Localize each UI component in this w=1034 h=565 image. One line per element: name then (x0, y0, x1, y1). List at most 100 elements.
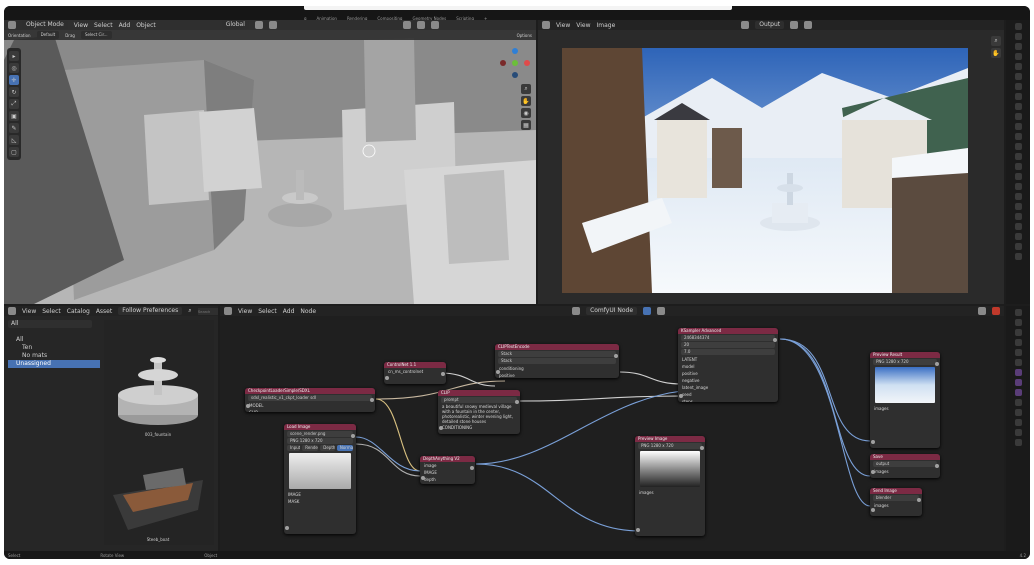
node-title[interactable]: Preview Image (635, 436, 705, 442)
node-input-socket[interactable] (421, 476, 425, 480)
shading-material-icon[interactable] (430, 21, 439, 29)
sidebar-icon[interactable] (1014, 173, 1022, 180)
gizmo-neg-z-icon[interactable] (512, 72, 518, 78)
pin-icon[interactable] (804, 21, 813, 29)
sidebar-icon[interactable] (1014, 203, 1022, 210)
camera-icon[interactable]: ◉ (521, 108, 531, 118)
asset-menu-asset[interactable]: Asset (96, 308, 112, 315)
pan-hand-icon[interactable]: ✋ (521, 96, 531, 106)
asset-menu-view[interactable]: View (22, 308, 36, 315)
sidebar-icon[interactable] (1014, 53, 1022, 60)
sidebar-icon[interactable] (1014, 243, 1022, 250)
image-menu-view[interactable]: View (556, 22, 570, 29)
node-output-socket[interactable] (614, 354, 618, 358)
sidebar-icon[interactable] (1014, 73, 1022, 80)
image-browse-icon[interactable] (741, 21, 750, 29)
image-close-icon[interactable] (790, 21, 799, 29)
image-name-field[interactable]: Output (755, 21, 785, 29)
node-field-field[interactable]: prompt (441, 397, 517, 403)
node-input-socket[interactable] (871, 440, 875, 444)
viewport-menu-view[interactable]: View (74, 22, 88, 29)
sidebar-property-icon[interactable] (1014, 429, 1022, 436)
sidebar-property-icon[interactable] (1014, 409, 1022, 416)
node-field-file[interactable]: scene_render.png (287, 431, 353, 437)
measure-tool-icon[interactable]: ◺ (9, 135, 19, 145)
sidebar-icon[interactable] (1014, 143, 1022, 150)
cursor-tool-icon[interactable]: ◎ (9, 63, 19, 73)
catalog-item-ten[interactable]: Ten (8, 344, 100, 352)
annotate-tool-icon[interactable]: ✎ (9, 123, 19, 133)
node-input-socket[interactable] (385, 376, 389, 380)
transform-tool-icon[interactable]: ▣ (9, 111, 19, 121)
sidebar-icon[interactable] (1014, 123, 1022, 130)
sidebar-icon[interactable] (1014, 153, 1022, 160)
sidebar-property-icon[interactable] (1014, 339, 1022, 346)
node-title[interactable]: Save (870, 454, 940, 460)
node-output-socket[interactable] (470, 466, 474, 470)
snap-icon[interactable] (254, 21, 263, 29)
image-menu-view2[interactable]: View (576, 22, 590, 29)
sidebar-property-icon[interactable] (1014, 309, 1022, 316)
sidebar-property-icon[interactable] (1014, 369, 1022, 376)
transform-dropdown[interactable]: Global (221, 21, 249, 29)
sidebar-icon[interactable] (1014, 83, 1022, 90)
library-dropdown[interactable]: Follow Preferences (118, 307, 183, 315)
mode-dropdown[interactable]: Object Mode (22, 21, 68, 29)
sidebar-property-icon[interactable] (1014, 439, 1022, 446)
sidebar-icon[interactable] (1014, 93, 1022, 100)
node-preview[interactable]: Preview Image PNG 1280 x 720 images (635, 436, 705, 536)
catalog-item-all[interactable]: All (8, 336, 100, 344)
node-ksampler[interactable]: KSampler Advanced 2468344374 20 7.0 LATENT mo… (678, 328, 778, 402)
node-output-socket[interactable] (935, 362, 939, 366)
gizmo-neg-x-icon[interactable] (500, 60, 506, 66)
node-input-socket[interactable] (871, 470, 875, 474)
asset-menu-catalog[interactable]: Catalog (67, 308, 90, 315)
node-output-socket[interactable] (441, 372, 445, 376)
node-input-socket[interactable] (496, 370, 500, 374)
sidebar-icon[interactable] (1014, 23, 1022, 30)
asset-search-input[interactable] (197, 307, 218, 315)
node-send[interactable]: Send Image blender images (870, 488, 922, 516)
sidebar-icon[interactable] (1014, 103, 1022, 110)
gizmo-y-icon[interactable] (512, 60, 518, 66)
node-title[interactable]: Load Image (284, 424, 356, 430)
node-field-field1[interactable]: Stack (498, 351, 616, 357)
sidebar-property-icon[interactable] (1014, 349, 1022, 356)
shading-solid-icon[interactable] (416, 21, 425, 29)
sidebar-icon[interactable] (1014, 63, 1022, 70)
node-title[interactable]: CheckpointLoaderSimple/SDXL (245, 388, 375, 394)
sidebar-property-icon[interactable] (1014, 319, 1022, 326)
sidebar-icon[interactable] (1014, 113, 1022, 120)
sidebar-icon[interactable] (1014, 163, 1022, 170)
orientation-dropdown[interactable]: Default (36, 31, 60, 39)
asset-menu-select[interactable]: Select (42, 308, 61, 315)
node-tab[interactable]: Render (302, 445, 319, 451)
sidebar-icon[interactable] (1014, 213, 1022, 220)
image-zoom-icon[interactable]: ⌕ (991, 36, 1001, 46)
node-field-text[interactable]: a beautiful snowy medieval village with … (438, 404, 520, 424)
sidebar-icon[interactable] (1014, 223, 1022, 230)
asset-editor-type-icon[interactable] (8, 307, 16, 315)
sidebar-icon[interactable] (1014, 133, 1022, 140)
node-input-socket[interactable] (871, 508, 875, 512)
node-input-socket[interactable] (285, 526, 289, 530)
select-tool-icon[interactable]: ▸ (9, 51, 19, 61)
node-editor[interactable]: View Select Add Node ComfyUI Node Contro… (220, 306, 1004, 551)
options-button[interactable]: Options (517, 33, 532, 38)
sidebar-icon[interactable] (1014, 43, 1022, 50)
drag-dropdown[interactable]: Select Cir... (80, 31, 112, 39)
scale-tool-icon[interactable]: ⤢ (9, 99, 19, 109)
add-cube-tool-icon[interactable]: ▢ (9, 147, 19, 157)
node-title[interactable]: CLIP (438, 390, 520, 396)
node-output-socket[interactable] (351, 434, 355, 438)
zoom-icon[interactable]: ⌕ (521, 84, 531, 94)
node-output-socket[interactable] (515, 400, 519, 404)
node-title[interactable]: Preview Result (870, 352, 940, 358)
node-input-socket[interactable] (679, 394, 683, 398)
node-title[interactable]: KSampler Advanced (678, 328, 778, 334)
node-tab[interactable]: Depth (320, 445, 335, 451)
sidebar-property-icon[interactable] (1014, 329, 1022, 336)
node-output-socket[interactable] (917, 498, 921, 502)
node-prompt[interactable]: CLIP prompt a beautiful snowy medieval vil… (438, 390, 520, 434)
node-field-field[interactable]: output (873, 461, 937, 467)
